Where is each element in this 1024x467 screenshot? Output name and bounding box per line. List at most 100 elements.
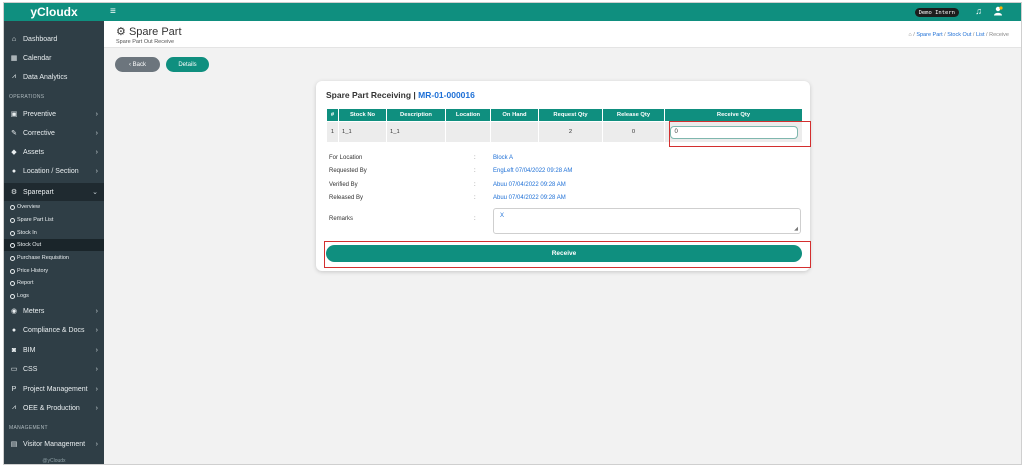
- topbar: ≡ Demo Intern ♫: [104, 3, 1021, 21]
- col-number: #: [326, 108, 339, 122]
- card-title: Spare Part Receiving | MR-01-000016: [326, 90, 475, 100]
- sub-item-logs[interactable]: Logs: [8, 290, 104, 302]
- chevron-right-icon: ›: [95, 385, 98, 393]
- sidebar-item-calendar[interactable]: ▦ Calendar: [4, 49, 104, 67]
- cell-description: 1_1: [386, 121, 446, 143]
- breadcrumb: ⌂ / Spare Part / Stock Out / List / Rece…: [908, 32, 1009, 38]
- cell-location: [445, 121, 491, 143]
- sub-item-stock-out[interactable]: Stock Out: [4, 239, 104, 251]
- circle-icon: [10, 280, 15, 286]
- highlight-receive-qty: [669, 121, 811, 147]
- breadcrumb-spare-part[interactable]: Spare Part: [916, 32, 942, 38]
- col-release-qty: Release Qty: [602, 108, 665, 122]
- remarks-value: X: [500, 213, 505, 219]
- cell-request-qty: 2: [538, 121, 603, 143]
- sub-item-overview[interactable]: Overview: [8, 201, 104, 213]
- page-title: ⚙ Spare Part: [116, 26, 182, 38]
- chevron-right-icon: ›: [95, 365, 98, 373]
- col-description: Description: [386, 108, 446, 122]
- sidebar-item-project-management[interactable]: P Project Management ›: [4, 380, 104, 398]
- home-icon: ⌂: [11, 35, 17, 43]
- request-code: MR-01-000016: [418, 90, 475, 100]
- cell-release-qty: 0: [602, 121, 665, 143]
- details-button[interactable]: Details: [166, 57, 209, 72]
- gauge-icon: ◉: [10, 308, 18, 315]
- remarks-textarea[interactable]: X ◢: [493, 208, 801, 234]
- label-requested-by: Requested By: [329, 168, 367, 174]
- back-button[interactable]: ‹ Back: [115, 57, 160, 72]
- colon: :: [474, 182, 476, 188]
- calendar-icon: ▦: [10, 55, 18, 62]
- sidebar-item-sparepart[interactable]: ⚙ Sparepart ⌄: [4, 183, 104, 201]
- sidebar-item-compliance-docs[interactable]: ● Compliance & Docs ›: [4, 321, 104, 339]
- sidebar-item-oee-production[interactable]: ⩘ OEE & Production ›: [4, 399, 104, 417]
- circle-icon: ●: [11, 326, 17, 334]
- colon: :: [474, 155, 476, 161]
- sidebar-item-dashboard[interactable]: ⌂ Dashboard: [4, 30, 104, 48]
- sidebar-footer: @yCloudx: [42, 458, 66, 464]
- cell-stock-no: 1_1: [338, 121, 387, 143]
- chevron-down-icon: ⌄: [92, 189, 98, 196]
- breadcrumb-stock-out[interactable]: Stock Out: [947, 32, 971, 38]
- cell-number: 1: [326, 121, 339, 143]
- bell-icon[interactable]: ♫: [975, 6, 982, 16]
- label-released-by: Released By: [329, 195, 364, 201]
- label-remarks: Remarks: [329, 216, 354, 222]
- colon: :: [474, 168, 476, 174]
- sub-item-spare-part-list[interactable]: Spare Part List: [8, 214, 104, 226]
- sidebar-item-css[interactable]: ▭ CSS ›: [4, 360, 104, 378]
- circle-icon: [10, 230, 15, 236]
- home-icon[interactable]: ⌂: [908, 32, 911, 38]
- circle-icon: [10, 293, 15, 299]
- sidebar-item-preventive[interactable]: ▣ Preventive ›: [4, 105, 104, 123]
- chevron-right-icon: ›: [95, 167, 98, 175]
- breadcrumb-receive: Receive: [989, 32, 1009, 38]
- app-frame: yCloudx ⌂ Dashboard ▦ Calendar ⩘ Data An…: [3, 2, 1022, 465]
- label-for-location: For Location: [329, 155, 363, 161]
- menu-icon[interactable]: ≡: [110, 6, 116, 17]
- chevron-right-icon: ›: [95, 326, 98, 334]
- resize-handle-icon[interactable]: ◢: [794, 226, 798, 232]
- brand-logo[interactable]: yCloudx: [4, 3, 104, 21]
- chevron-right-icon: ›: [95, 346, 98, 354]
- sidebar-item-bim[interactable]: ◙ BIM ›: [4, 341, 104, 359]
- user-badge[interactable]: Demo Intern: [914, 8, 959, 17]
- circle-icon: [10, 268, 15, 274]
- tag-icon: ◆: [11, 149, 17, 156]
- value-released-by: Abuu 07/04/2022 09:28 AM: [493, 195, 566, 201]
- value-requested-by: EngLeft 07/04/2022 09:28 AM: [493, 168, 573, 174]
- colon: :: [474, 216, 476, 222]
- label-verified-by: Verified By: [329, 182, 358, 188]
- sidebar-item-meters[interactable]: ◉ Meters ›: [4, 302, 104, 320]
- chevron-right-icon: ›: [95, 148, 98, 156]
- cogs-icon: ⚙: [10, 189, 18, 196]
- col-location: Location: [445, 108, 491, 122]
- line-chart-icon: ⩘: [12, 404, 16, 411]
- chevron-right-icon: ›: [95, 110, 98, 118]
- chevron-right-icon: ›: [95, 404, 98, 412]
- sidebar-item-location-section[interactable]: ● Location / Section ›: [4, 162, 104, 180]
- circle-icon: [10, 242, 15, 248]
- project-icon: P: [11, 385, 17, 393]
- page-header: ⚙ Spare Part Spare Part Out Receive ⌂ / …: [104, 21, 1021, 48]
- sub-item-stock-in[interactable]: Stock In: [8, 227, 104, 239]
- chevron-right-icon: ›: [95, 307, 98, 315]
- col-request-qty: Request Qty: [538, 108, 603, 122]
- cogs-icon: ⚙: [116, 26, 126, 38]
- sidebar-item-assets[interactable]: ◆ Assets ›: [4, 143, 104, 161]
- sidebar: yCloudx ⌂ Dashboard ▦ Calendar ⩘ Data An…: [4, 3, 104, 464]
- user-avatar-icon[interactable]: [993, 6, 1003, 16]
- highlight-receive-button: [324, 241, 811, 268]
- location-icon: ●: [11, 167, 17, 175]
- sub-item-purchase-requisition[interactable]: Purchase Requisition: [8, 252, 104, 264]
- sidebar-item-data-analytics[interactable]: ⩘ Data Analytics: [4, 68, 104, 86]
- section-management: MANAGEMENT: [9, 425, 48, 431]
- sub-item-price-history[interactable]: Price History: [8, 265, 104, 277]
- sidebar-item-visitor-management[interactable]: ▤ Visitor Management ›: [4, 435, 104, 453]
- sidebar-item-corrective[interactable]: ✎ Corrective ›: [4, 124, 104, 142]
- sub-item-report[interactable]: Report: [8, 277, 104, 289]
- col-on-hand: On Hand: [490, 108, 539, 122]
- chart-icon: ⩘: [12, 73, 16, 80]
- breadcrumb-list[interactable]: List: [976, 32, 985, 38]
- circle-icon: [10, 217, 15, 223]
